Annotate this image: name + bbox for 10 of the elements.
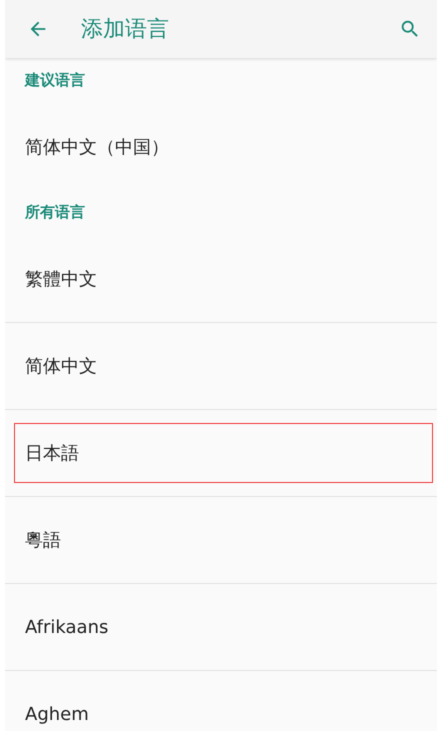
language-item[interactable]: 日本語 — [14, 423, 433, 483]
language-item[interactable]: Aghem — [14, 684, 433, 731]
page-title: 添加语言 — [81, 16, 170, 44]
language-item[interactable]: Afrikaans — [14, 597, 433, 657]
language-item[interactable]: 简体中文 — [14, 336, 433, 396]
language-item[interactable]: 简体中文（中国） — [14, 116, 433, 176]
section-header: 建议语言 — [25, 71, 85, 90]
language-item[interactable]: 繁體中文 — [14, 248, 433, 308]
language-item[interactable]: 粵語 — [14, 510, 433, 570]
section-header: 所有语言 — [25, 203, 85, 222]
